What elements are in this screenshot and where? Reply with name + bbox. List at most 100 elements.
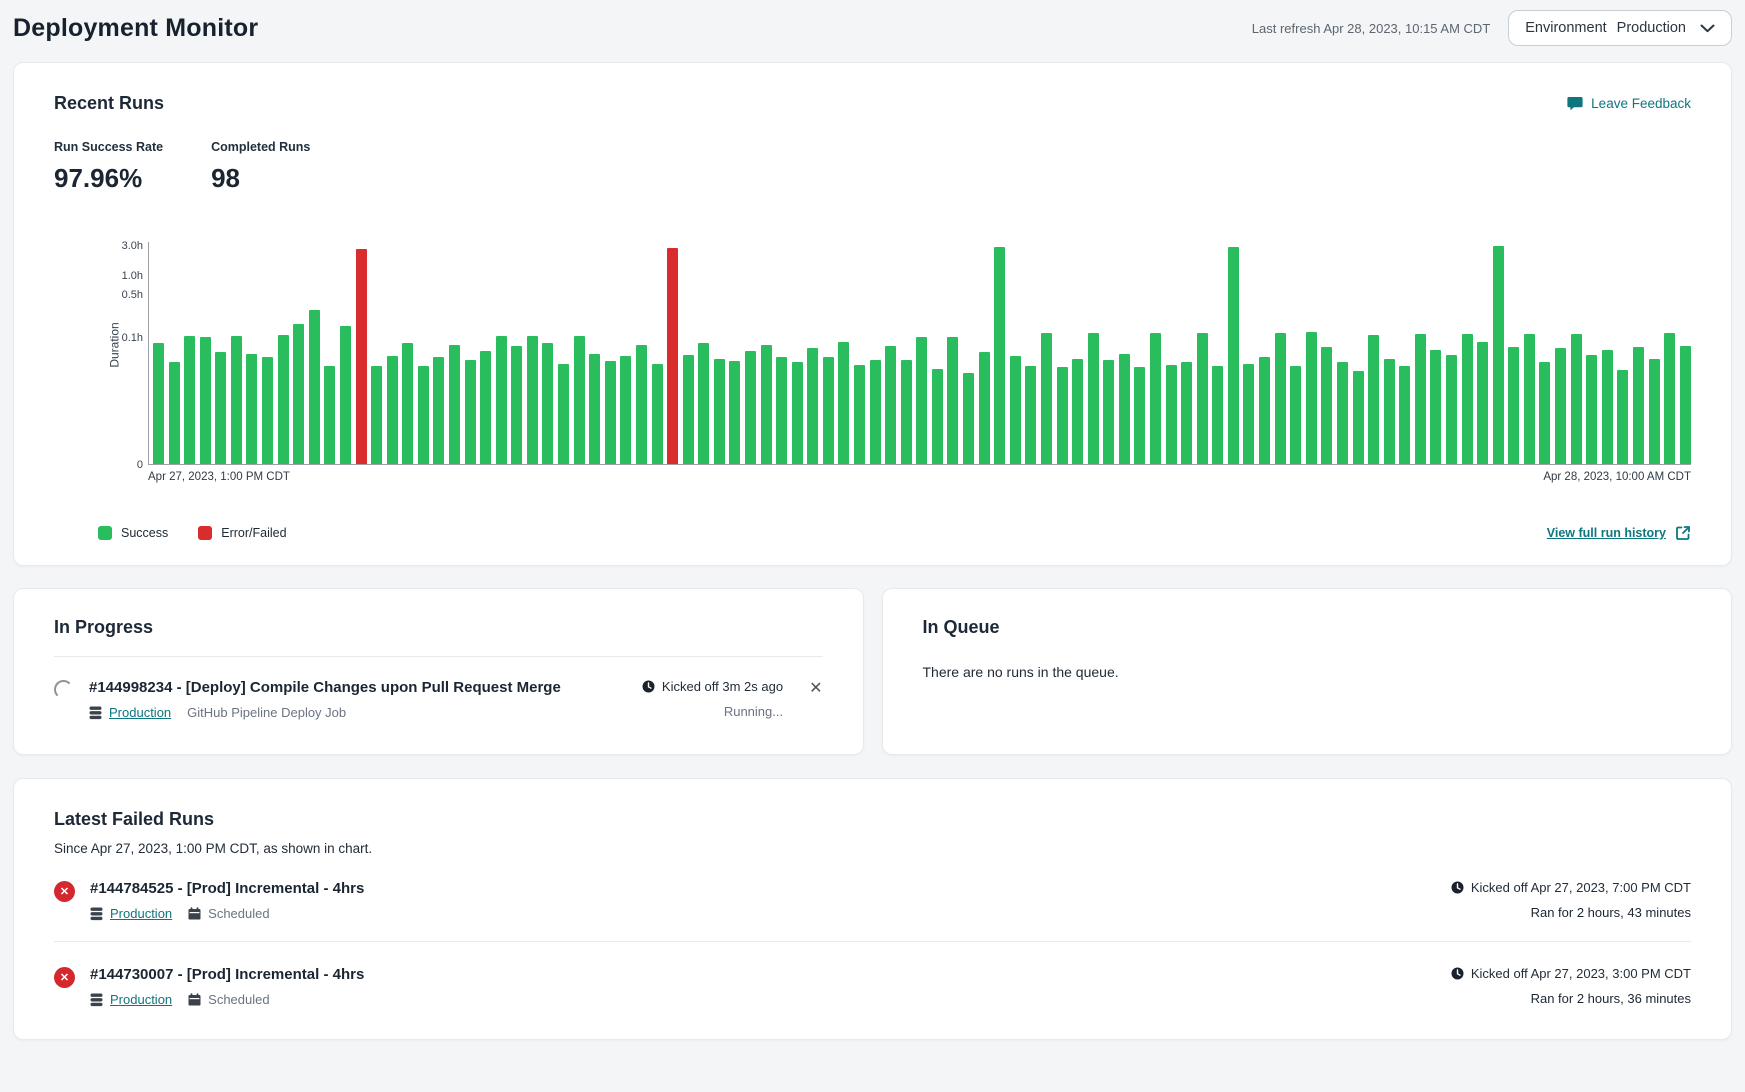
run-bar-success[interactable] xyxy=(1212,366,1223,464)
run-bar-success[interactable] xyxy=(262,357,273,464)
run-bar-success[interactable] xyxy=(1306,332,1317,464)
run-bar-success[interactable] xyxy=(947,337,958,464)
run-bar-success[interactable] xyxy=(1228,247,1239,464)
run-bar-success[interactable] xyxy=(745,351,756,464)
run-bar-success[interactable] xyxy=(714,359,725,464)
run-bar-success[interactable] xyxy=(605,361,616,464)
run-bar-success[interactable] xyxy=(776,357,787,464)
run-bar-success[interactable] xyxy=(1041,333,1052,464)
run-bar-success[interactable] xyxy=(496,336,507,464)
run-bar-success[interactable] xyxy=(963,373,974,464)
run-bar-success[interactable] xyxy=(1010,356,1021,464)
run-bar-success[interactable] xyxy=(527,336,538,464)
run-bar-success[interactable] xyxy=(1259,357,1270,464)
run-bar-success[interactable] xyxy=(838,342,849,464)
run-bar-success[interactable] xyxy=(761,345,772,464)
run-bar-success[interactable] xyxy=(1150,333,1161,464)
run-bar-success[interactable] xyxy=(589,354,600,464)
run-bar-success[interactable] xyxy=(1103,360,1114,464)
run-bar-success[interactable] xyxy=(1493,246,1504,464)
run-bar-success[interactable] xyxy=(1025,366,1036,464)
run-bar-success[interactable] xyxy=(231,336,242,464)
run-bar-success[interactable] xyxy=(574,336,585,464)
run-bar-success[interactable] xyxy=(1353,371,1364,464)
run-bar-success[interactable] xyxy=(309,310,320,464)
run-bar-success[interactable] xyxy=(932,369,943,464)
environment-link[interactable]: Production xyxy=(109,705,171,720)
run-bar-success[interactable] xyxy=(870,360,881,464)
run-bar-success[interactable] xyxy=(1290,366,1301,464)
run-bar-success[interactable] xyxy=(1446,355,1457,464)
run-bar-success[interactable] xyxy=(1321,347,1332,464)
run-bar-success[interactable] xyxy=(1399,366,1410,464)
run-bar-success[interactable] xyxy=(1166,365,1177,464)
run-bar-success[interactable] xyxy=(683,355,694,464)
run-bar-success[interactable] xyxy=(1617,370,1628,464)
run-bar-success[interactable] xyxy=(979,352,990,464)
run-bar-success[interactable] xyxy=(1430,350,1441,464)
run-bar-success[interactable] xyxy=(1057,367,1068,464)
run-bar-success[interactable] xyxy=(1539,362,1550,464)
run-bar-success[interactable] xyxy=(1181,362,1192,464)
run-bar-success[interactable] xyxy=(1134,367,1145,464)
environment-link[interactable]: Production xyxy=(110,906,172,921)
run-bar-success[interactable] xyxy=(1633,347,1644,464)
environment-link[interactable]: Production xyxy=(110,992,172,1007)
run-bar-success[interactable] xyxy=(418,366,429,464)
run-bar-success[interactable] xyxy=(1508,347,1519,464)
run-bar-success[interactable] xyxy=(698,343,709,464)
run-bar-success[interactable] xyxy=(246,354,257,464)
run-bar-success[interactable] xyxy=(449,345,460,464)
run-bar-success[interactable] xyxy=(854,365,865,464)
run-bar-success[interactable] xyxy=(1368,335,1379,464)
run-bar-success[interactable] xyxy=(465,360,476,464)
run-bar-success[interactable] xyxy=(1680,346,1691,464)
run-bar-success[interactable] xyxy=(480,351,491,464)
run-bar-success[interactable] xyxy=(1555,348,1566,464)
run-bar-success[interactable] xyxy=(1384,359,1395,464)
run-bar-success[interactable] xyxy=(371,366,382,464)
run-bar-success[interactable] xyxy=(1602,350,1613,464)
run-bar-success[interactable] xyxy=(153,343,164,464)
run-bar-success[interactable] xyxy=(1197,333,1208,464)
run-bar-success[interactable] xyxy=(1243,364,1254,464)
run-bar-success[interactable] xyxy=(620,356,631,464)
run-bar-success[interactable] xyxy=(1275,333,1286,464)
run-bar-success[interactable] xyxy=(200,337,211,464)
run-bar-success[interactable] xyxy=(1072,359,1083,464)
run-bar-success[interactable] xyxy=(1415,334,1426,464)
run-bar-success[interactable] xyxy=(1586,355,1597,464)
run-bar-success[interactable] xyxy=(652,364,663,464)
run-bar-success[interactable] xyxy=(901,360,912,464)
run-bar-success[interactable] xyxy=(1664,333,1675,464)
run-bar-success[interactable] xyxy=(823,357,834,464)
run-bar-success[interactable] xyxy=(1477,342,1488,464)
run-bar-failed[interactable] xyxy=(667,248,678,464)
run-bar-success[interactable] xyxy=(1524,334,1535,464)
run-bar-success[interactable] xyxy=(542,343,553,464)
environment-dropdown[interactable]: Environment Production xyxy=(1508,10,1732,46)
run-bar-success[interactable] xyxy=(994,247,1005,464)
run-bar-success[interactable] xyxy=(1088,333,1099,464)
run-bar-success[interactable] xyxy=(184,336,195,464)
run-bar-success[interactable] xyxy=(278,335,289,464)
run-bar-success[interactable] xyxy=(1462,334,1473,464)
run-bar-success[interactable] xyxy=(1119,354,1130,464)
run-bar-success[interactable] xyxy=(402,343,413,464)
run-bar-success[interactable] xyxy=(340,326,351,464)
run-bar-failed[interactable] xyxy=(356,249,367,464)
leave-feedback-link[interactable]: Leave Feedback xyxy=(1567,96,1691,111)
run-bar-success[interactable] xyxy=(807,348,818,464)
close-icon[interactable]: ✕ xyxy=(809,679,822,698)
run-bar-success[interactable] xyxy=(636,345,647,464)
run-bar-success[interactable] xyxy=(169,362,180,464)
run-bar-success[interactable] xyxy=(729,361,740,464)
run-bar-success[interactable] xyxy=(1337,362,1348,464)
run-bar-success[interactable] xyxy=(1571,334,1582,464)
run-bar-success[interactable] xyxy=(324,366,335,464)
run-bar-success[interactable] xyxy=(387,356,398,464)
run-bar-success[interactable] xyxy=(293,324,304,464)
view-full-run-history-link[interactable]: View full run history xyxy=(1547,525,1691,541)
run-bar-success[interactable] xyxy=(885,346,896,464)
run-bar-success[interactable] xyxy=(511,346,522,464)
